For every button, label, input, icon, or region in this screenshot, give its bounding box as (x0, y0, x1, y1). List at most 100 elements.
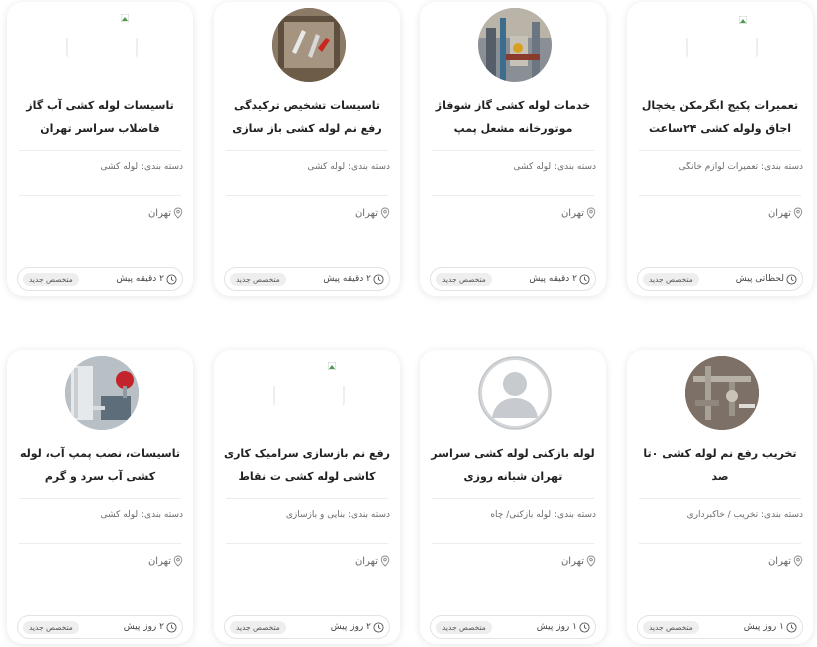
divider (19, 150, 181, 151)
time-text: ۲ روز پیش (123, 622, 164, 632)
location-text: تهران (560, 207, 584, 219)
default-user-icon (478, 356, 552, 430)
new-expert-badge: متخصص جدید (436, 272, 492, 286)
card-title[interactable]: تاسیسات تشخیص ترکیدگی رفع نم لوله کشی با… (222, 94, 392, 142)
card-category: دسته بندی: تعمیرات لوازم خانگی (678, 162, 803, 172)
card-footer: ۲ دقیقه پیش متخصص جدید (430, 267, 596, 291)
time-ago: لحظاتی پیش (736, 273, 797, 285)
clock-icon (579, 621, 590, 633)
time-ago: ۱ روز پیش (743, 621, 797, 633)
expert-card[interactable]: خدمات لوله کشی گاز شوفاژ موتورخانه مشعل … (420, 2, 606, 296)
card-title[interactable]: تاسیسات لوله کشی آب گاز فاضلاب سراسر تهر… (15, 94, 185, 142)
card-location: تهران (768, 207, 803, 219)
card-category: دسته بندی: لوله کشی (513, 162, 596, 172)
divider (19, 195, 181, 196)
new-expert-badge: متخصص جدید (23, 272, 79, 286)
divider (226, 498, 388, 499)
location-text: تهران (767, 555, 791, 567)
time-text: ۲ دقیقه پیش (323, 274, 371, 284)
location-pin-icon (793, 207, 803, 219)
water-pump-photo (65, 356, 139, 430)
time-ago: ۲ دقیقه پیش (323, 273, 384, 285)
time-ago: ۲ دقیقه پیش (116, 273, 177, 285)
divider (226, 150, 388, 151)
location-text: تهران (354, 555, 378, 567)
divider (639, 543, 801, 544)
card-category: دسته بندی: لوله کشی (100, 510, 183, 520)
clock-icon (166, 621, 177, 633)
location-text: تهران (147, 555, 171, 567)
plumbing-photo (685, 356, 759, 430)
time-ago: ۱ روز پیش (537, 621, 590, 633)
divider (19, 498, 181, 499)
new-expert-badge: متخصص جدید (230, 620, 286, 634)
pipes-photo (272, 8, 346, 82)
new-expert-badge: متخصص جدید (643, 272, 699, 286)
divider (226, 543, 388, 544)
divider (639, 498, 801, 499)
time-ago: ۲ دقیقه پیش (529, 273, 590, 285)
location-pin-icon (173, 555, 183, 567)
time-text: ۲ روز پیش (330, 622, 371, 632)
card-location: تهران (768, 555, 803, 567)
new-expert-badge: متخصص جدید (230, 272, 286, 286)
card-footer: ۱ روز پیش متخصص جدید (637, 615, 803, 639)
image-placeholder-icon (328, 362, 336, 370)
expert-card[interactable]: تاسیسات لوله کشی آب گاز فاضلاب سراسر تهر… (7, 2, 193, 296)
clock-icon (166, 273, 177, 285)
image-placeholder-icon (121, 14, 129, 22)
card-category: دسته بندی: بنایی و بازسازی (285, 510, 390, 520)
card-footer: ۲ دقیقه پیش متخصص جدید (17, 267, 183, 291)
card-footer: ۱ روز پیش متخصص جدید (430, 615, 596, 639)
card-footer: ۲ روز پیش متخصص جدید (17, 615, 183, 639)
divider (432, 195, 594, 196)
broken-image-icon (685, 8, 759, 82)
card-title[interactable]: تاسیسات، نصب پمپ آب، لوله کشی آب سرد و گ… (15, 442, 185, 490)
divider (432, 498, 594, 499)
clock-icon (579, 273, 590, 285)
boiler-room-photo (478, 8, 552, 82)
location-text: تهران (767, 207, 791, 219)
clock-icon (786, 621, 797, 633)
card-title[interactable]: رفع نم بازسازی سرامیک کاری کاشی لوله کشی… (222, 442, 392, 490)
card-location: تهران (355, 555, 390, 567)
location-pin-icon (586, 555, 596, 567)
divider (639, 150, 801, 151)
card-location: تهران (355, 207, 390, 219)
clock-icon (373, 621, 384, 633)
expert-card[interactable]: تخریب رفع نم لوله کشی ۰تا صد دسته بندی: … (627, 350, 813, 644)
card-category: دسته بندی: لوله کشی (307, 162, 390, 172)
expert-card[interactable]: تاسیسات تشخیص ترکیدگی رفع نم لوله کشی با… (214, 2, 400, 296)
card-category: دسته بندی: لوله کشی (100, 162, 183, 172)
new-expert-badge: متخصص جدید (23, 620, 79, 634)
card-location: تهران (561, 555, 596, 567)
divider (432, 543, 594, 544)
card-footer: لحظاتی پیش متخصص جدید (637, 267, 803, 291)
card-footer: ۲ دقیقه پیش متخصص جدید (224, 267, 390, 291)
expert-card[interactable]: لوله بازکنی لوله کشی سراسر تهران شبانه ر… (420, 350, 606, 644)
location-pin-icon (586, 207, 596, 219)
card-location: تهران (148, 555, 183, 567)
card-title[interactable]: تخریب رفع نم لوله کشی ۰تا صد (635, 442, 805, 490)
location-text: تهران (560, 555, 584, 567)
card-location: تهران (561, 207, 596, 219)
time-text: ۱ روز پیش (743, 622, 784, 632)
card-title[interactable]: لوله بازکنی لوله کشی سراسر تهران شبانه ر… (428, 442, 598, 490)
image-placeholder-icon (739, 16, 747, 24)
divider (19, 543, 181, 544)
divider (432, 150, 594, 151)
expert-card[interactable]: رفع نم بازسازی سرامیک کاری کاشی لوله کشی… (214, 350, 400, 644)
time-text: ۲ دقیقه پیش (529, 274, 577, 284)
location-pin-icon (173, 207, 183, 219)
clock-icon (373, 273, 384, 285)
time-ago: ۲ روز پیش (330, 621, 384, 633)
divider (226, 195, 388, 196)
expert-card[interactable]: تعمیرات پکیج ابگرمکن یخچال اجاق ولوله کش… (627, 2, 813, 296)
location-text: تهران (354, 207, 378, 219)
expert-card[interactable]: تاسیسات، نصب پمپ آب، لوله کشی آب سرد و گ… (7, 350, 193, 644)
card-title[interactable]: خدمات لوله کشی گاز شوفاژ موتورخانه مشعل … (428, 94, 598, 142)
card-title[interactable]: تعمیرات پکیج ابگرمکن یخچال اجاق ولوله کش… (635, 94, 805, 142)
time-ago: ۲ روز پیش (123, 621, 177, 633)
location-pin-icon (380, 555, 390, 567)
new-expert-badge: متخصص جدید (436, 620, 492, 634)
